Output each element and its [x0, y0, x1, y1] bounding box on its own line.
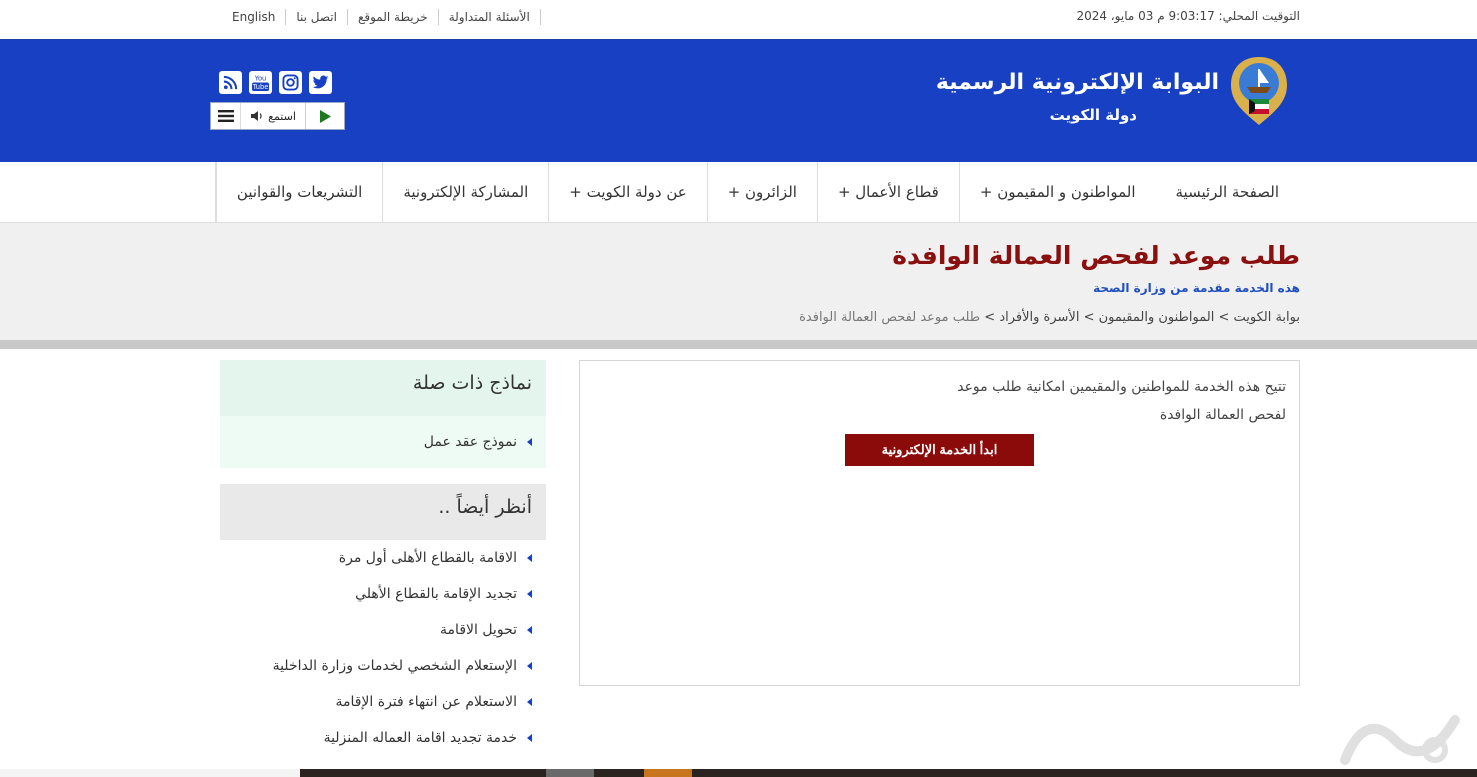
divider-band: [0, 340, 1477, 349]
see-also-list: الاقامة بالقطاع الأهلى أول مرة تجديد الإ…: [220, 540, 546, 756]
listen-label: استمع: [268, 109, 296, 123]
arrow-left-icon: [527, 698, 532, 706]
breadcrumb: بوابة الكويت > المواطنون والمقيمون > الأ…: [799, 310, 1300, 325]
list-item[interactable]: تحويل الاقامة: [220, 612, 546, 648]
see-also-link[interactable]: الاستعلام عن انتهاء فترة الإقامة: [335, 694, 517, 710]
nav-item-home[interactable]: الصفحة الرئيسية: [1156, 162, 1301, 222]
see-also-heading: أنظر أيضاً ..: [220, 484, 546, 540]
nav-item-citizens-residents[interactable]: المواطنون و المقيمون +: [958, 162, 1156, 222]
start-eservice-button[interactable]: ابدأ الخدمة الإلكترونية: [845, 434, 1034, 466]
rss-icon[interactable]: [219, 71, 242, 94]
arrow-left-icon: [527, 590, 532, 598]
page-title: طلب موعد لفحص العمالة الوافدة: [892, 241, 1300, 270]
related-form-link[interactable]: نموذج عقد عمل: [424, 434, 517, 450]
see-also-link[interactable]: تحويل الاقامة: [440, 622, 517, 638]
nav-item-legislation[interactable]: التشريعات والقوانين: [215, 162, 382, 222]
play-icon[interactable]: [306, 103, 344, 129]
listen-button[interactable]: استمع: [241, 103, 306, 129]
player-menu-icon[interactable]: [211, 103, 241, 129]
twitter-icon[interactable]: [309, 71, 332, 94]
list-item[interactable]: الاستعلام عن انتهاء فترة الإقامة: [220, 684, 546, 720]
top-links: English اتصل بنا خريطة الموقع الأسئلة ال…: [222, 9, 541, 25]
kuwait-emblem-logo[interactable]: [1227, 55, 1291, 127]
nav-item-e-participation[interactable]: المشاركة الإلكترونية: [382, 162, 548, 222]
watermark-logo: [1335, 700, 1470, 770]
nav-item-about-kuwait[interactable]: عن دولة الكويت +: [548, 162, 706, 222]
list-item[interactable]: نموذج عقد عمل: [220, 416, 546, 468]
instagram-icon[interactable]: [279, 71, 302, 94]
page-header: طلب موعد لفحص العمالة الوافدة هذه الخدمة…: [0, 223, 1477, 340]
arrow-left-icon: [527, 438, 532, 446]
related-forms-heading: نماذج ذات صلة: [220, 360, 546, 416]
breadcrumb-current: طلب موعد لفحص العمالة الوافدة: [799, 310, 981, 325]
site-header: You Tube استمع البوابة الإلكترونية الرسمي…: [0, 40, 1477, 162]
main-navigation: الصفحة الرئيسية المواطنون و المقيمون + ق…: [0, 162, 1477, 223]
english-link[interactable]: English: [222, 10, 285, 24]
site-title[interactable]: البوابة الإلكترونية الرسمية: [936, 70, 1219, 95]
list-item[interactable]: الاقامة بالقطاع الأهلى أول مرة: [220, 540, 546, 576]
see-also-link[interactable]: تجديد الإقامة بالقطاع الأهلي: [355, 586, 517, 602]
breadcrumb-path[interactable]: بوابة الكويت > المواطنون والمقيمون > الأ…: [980, 310, 1300, 325]
see-also-link[interactable]: الإستعلام الشخصي لخدمات وزارة الداخلية: [273, 658, 517, 674]
list-item[interactable]: الإستعلام الشخصي لخدمات وزارة الداخلية: [220, 648, 546, 684]
list-item[interactable]: خدمة تجديد اقامة العماله المنزلية: [220, 720, 546, 756]
bottom-strip: [0, 769, 1477, 777]
arrow-left-icon: [527, 554, 532, 562]
list-item[interactable]: تجديد الإقامة بالقطاع الأهلي: [220, 576, 546, 612]
faq-link[interactable]: الأسئلة المتداولة: [439, 10, 540, 24]
see-also-link[interactable]: الاقامة بالقطاع الأهلى أول مرة: [339, 550, 517, 566]
site-subtitle: دولة الكويت: [1049, 106, 1137, 124]
see-also-link[interactable]: خدمة تجديد اقامة العماله المنزلية: [324, 730, 517, 746]
service-description: تتيح هذه الخدمة للمواطنين والمقيمين امكا…: [957, 379, 1286, 423]
arrow-left-icon: [527, 662, 532, 670]
local-time: التوقيت المحلي: 9:03:17 م 03 مايو، 2024: [1076, 9, 1300, 23]
sitemap-link[interactable]: خريطة الموقع: [348, 10, 438, 24]
service-provider[interactable]: هذه الخدمة مقدمة من وزارة الصحة: [1093, 281, 1300, 295]
related-forms-list: نموذج عقد عمل: [220, 416, 546, 468]
arrow-left-icon: [527, 626, 532, 634]
youtube-icon[interactable]: You Tube: [249, 71, 272, 94]
divider: [539, 9, 541, 25]
social-links: You Tube: [219, 71, 332, 94]
speaker-icon: [251, 111, 262, 121]
service-content-box: تتيح هذه الخدمة للمواطنين والمقيمين امكا…: [579, 360, 1300, 686]
contact-us-link[interactable]: اتصل بنا: [286, 10, 347, 24]
svg-text:You: You: [254, 75, 266, 83]
nav-item-visitors[interactable]: الزائرون +: [706, 162, 817, 222]
top-utility-bar: English اتصل بنا خريطة الموقع الأسئلة ال…: [0, 0, 1477, 40]
listen-player: استمع: [210, 102, 345, 130]
svg-text:Tube: Tube: [252, 83, 269, 91]
arrow-left-icon: [527, 734, 532, 742]
nav-item-business[interactable]: قطاع الأعمال +: [816, 162, 959, 222]
